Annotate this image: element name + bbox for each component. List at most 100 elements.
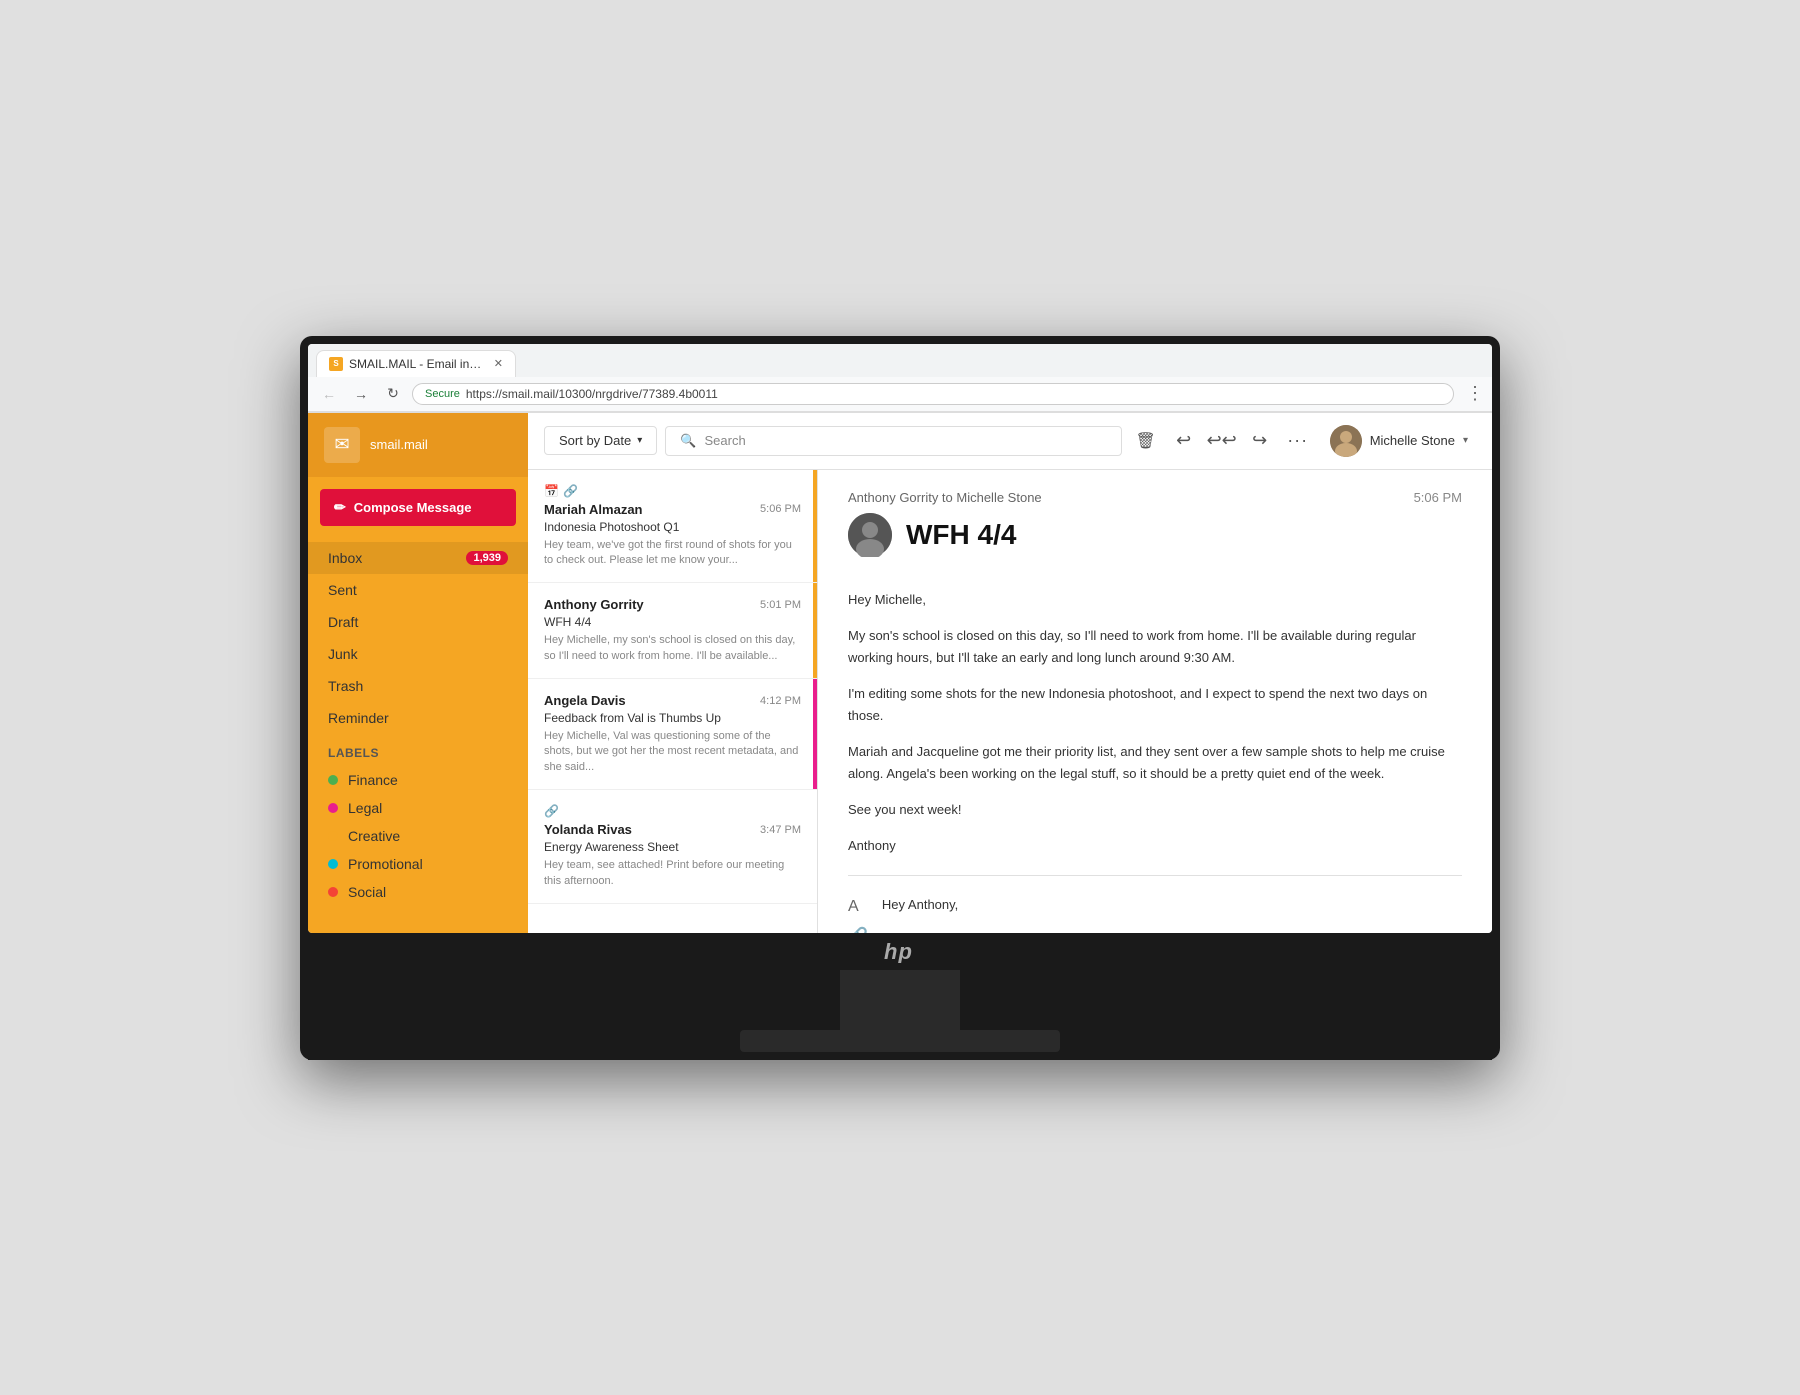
- body-para-2: My son's school is closed on this day, s…: [848, 625, 1462, 669]
- more-button[interactable]: ···: [1282, 425, 1314, 457]
- logo-text: smail.mail: [370, 437, 428, 452]
- email-1-indicator: [813, 470, 817, 583]
- email-item-4[interactable]: 🔗 Yolanda Rivas 3:47 PM Energy Awareness…: [528, 790, 817, 904]
- reply-all-icon: ↩↩: [1207, 430, 1237, 451]
- monitor-neck: [840, 970, 960, 1030]
- email-detail-from: Anthony Gorrity to Michelle Stone: [848, 490, 1042, 505]
- email-item-1[interactable]: 📅 🔗 Mariah Almazan 5:06 PM Indonesia Pho…: [528, 470, 817, 584]
- reply-para-2: Family first! Make sure you call in for …: [882, 930, 1462, 932]
- email-2-indicator: [813, 583, 817, 678]
- logo-icon: ✉: [324, 427, 360, 463]
- email-detail-meta: Anthony Gorrity to Michelle Stone 5:06 P…: [848, 490, 1462, 505]
- label-creative[interactable]: Creative: [328, 822, 508, 850]
- sidebar-item-trash[interactable]: Trash: [308, 670, 528, 702]
- label-legal[interactable]: Legal: [328, 794, 508, 822]
- email-1-sender: Mariah Almazan: [544, 502, 643, 517]
- link-icon: 🔗: [563, 484, 578, 498]
- inbox-badge: 1,939: [466, 551, 508, 565]
- email-3-subject: Feedback from Val is Thumbs Up: [544, 711, 801, 725]
- toolbar-actions: 🗑 ↩ ↩↩ ↪ ···: [1130, 425, 1314, 457]
- email-divider: [848, 875, 1462, 876]
- toolbar: Sort by Date ▾ 🔍 Search 🗑 ↩: [528, 413, 1492, 470]
- sort-button[interactable]: Sort by Date ▾: [544, 426, 657, 455]
- body-para-5: See you next week!: [848, 799, 1462, 821]
- email-4-preview: Hey team, see attached! Print before our…: [544, 858, 801, 889]
- sidebar: ✉ smail.mail ✏ Compose Message Inbox 1,9…: [308, 413, 528, 933]
- compose-label: Compose Message: [354, 500, 472, 515]
- reply-body: Hey Anthony, Family first! Make sure you…: [882, 894, 1462, 932]
- label-legal-dot: [328, 803, 338, 813]
- delete-icon: 🗑: [1136, 431, 1156, 451]
- avatar: [1330, 425, 1362, 457]
- label-promotional-dot: [328, 859, 338, 869]
- reply-attachment-icon: 🔗: [848, 926, 868, 932]
- search-bar[interactable]: 🔍 Search: [665, 426, 1121, 456]
- user-profile[interactable]: Michelle Stone ▾: [1322, 421, 1476, 461]
- label-legal-text: Legal: [348, 800, 382, 816]
- sidebar-item-trash-label: Trash: [328, 678, 363, 694]
- email-detail-time: 5:06 PM: [1414, 490, 1462, 505]
- labels-title: Labels: [328, 746, 508, 760]
- delete-button[interactable]: 🗑: [1130, 425, 1162, 457]
- nav-items: Inbox 1,939 Sent Draft Junk Trash: [308, 538, 528, 738]
- reply-icon: ↩: [1176, 430, 1191, 451]
- reload-button[interactable]: ↻: [380, 381, 406, 407]
- labels-section: Labels Finance Legal Creative: [308, 738, 528, 910]
- reply-sidebar-icons: A 🔗: [848, 894, 868, 932]
- secure-badge: Secure: [425, 388, 460, 400]
- email-1-time: 5:06 PM: [760, 503, 801, 515]
- reply-all-button[interactable]: ↩↩: [1206, 425, 1238, 457]
- email-list: 📅 🔗 Mariah Almazan 5:06 PM Indonesia Pho…: [528, 470, 818, 933]
- sidebar-item-reminder-label: Reminder: [328, 710, 389, 726]
- email-3-indicator: [813, 679, 817, 789]
- label-promotional-text: Promotional: [348, 856, 423, 872]
- forward-button[interactable]: ↪: [1244, 425, 1276, 457]
- compose-button[interactable]: ✏ Compose Message: [320, 489, 516, 526]
- label-social-dot: [328, 887, 338, 897]
- label-promotional[interactable]: Promotional: [328, 850, 508, 878]
- compose-icon: ✏: [334, 499, 346, 516]
- browser-menu-button[interactable]: ⋮: [1466, 383, 1484, 404]
- sort-label: Sort by Date: [559, 433, 631, 448]
- email-1-icons: 📅 🔗: [544, 484, 801, 498]
- email-4-sender: Yolanda Rivas: [544, 822, 632, 837]
- forward-icon: ↪: [1252, 430, 1267, 451]
- email-detail-body: Hey Michelle, My son's school is closed …: [848, 589, 1462, 858]
- sidebar-logo: ✉ smail.mail: [308, 413, 528, 477]
- tab-favicon: S: [329, 357, 343, 371]
- hp-logo: hp: [880, 933, 920, 970]
- email-4-subject: Energy Awareness Sheet: [544, 840, 801, 854]
- sidebar-item-inbox[interactable]: Inbox 1,939: [308, 542, 528, 574]
- back-button[interactable]: ←: [316, 381, 342, 407]
- search-label: Search: [704, 433, 745, 448]
- sidebar-item-sent-label: Sent: [328, 582, 357, 598]
- address-bar[interactable]: Secure https://smail.mail/10300/nrgdrive…: [412, 383, 1454, 405]
- search-icon: 🔍: [680, 433, 696, 449]
- label-social[interactable]: Social: [328, 878, 508, 906]
- forward-button[interactable]: →: [348, 381, 374, 407]
- label-finance[interactable]: Finance: [328, 766, 508, 794]
- attachment-icon: 🔗: [544, 804, 559, 818]
- sidebar-item-draft-label: Draft: [328, 614, 358, 630]
- sidebar-item-draft[interactable]: Draft: [308, 606, 528, 638]
- label-creative-text: Creative: [348, 828, 400, 844]
- email-1-preview: Hey team, we've got the first round of s…: [544, 538, 801, 569]
- body-para-1: Hey Michelle,: [848, 589, 1462, 611]
- sidebar-item-sent[interactable]: Sent: [308, 574, 528, 606]
- reply-sender-icon: A: [848, 898, 868, 916]
- email-1-subject: Indonesia Photoshoot Q1: [544, 520, 801, 534]
- email-2-sender: Anthony Gorrity: [544, 597, 644, 612]
- body-para-6: Anthony: [848, 835, 1462, 857]
- main-content: 📅 🔗 Mariah Almazan 5:06 PM Indonesia Pho…: [528, 470, 1492, 933]
- email-4-icons: 🔗: [544, 804, 801, 818]
- sidebar-item-reminder[interactable]: Reminder: [308, 702, 528, 734]
- email-3-time: 4:12 PM: [760, 695, 801, 707]
- browser-tab[interactable]: S SMAIL.MAIL - Email inbo… ✕: [316, 350, 516, 377]
- reply-para-1: Hey Anthony,: [882, 894, 1462, 916]
- email-detail-subject: WFH 4/4: [906, 519, 1016, 551]
- reply-button[interactable]: ↩: [1168, 425, 1200, 457]
- sidebar-item-junk[interactable]: Junk: [308, 638, 528, 670]
- email-item-3[interactable]: Angela Davis 4:12 PM Feedback from Val i…: [528, 679, 817, 790]
- email-item-2[interactable]: Anthony Gorrity 5:01 PM WFH 4/4 Hey Mich…: [528, 583, 817, 679]
- tab-close-button[interactable]: ✕: [494, 357, 503, 370]
